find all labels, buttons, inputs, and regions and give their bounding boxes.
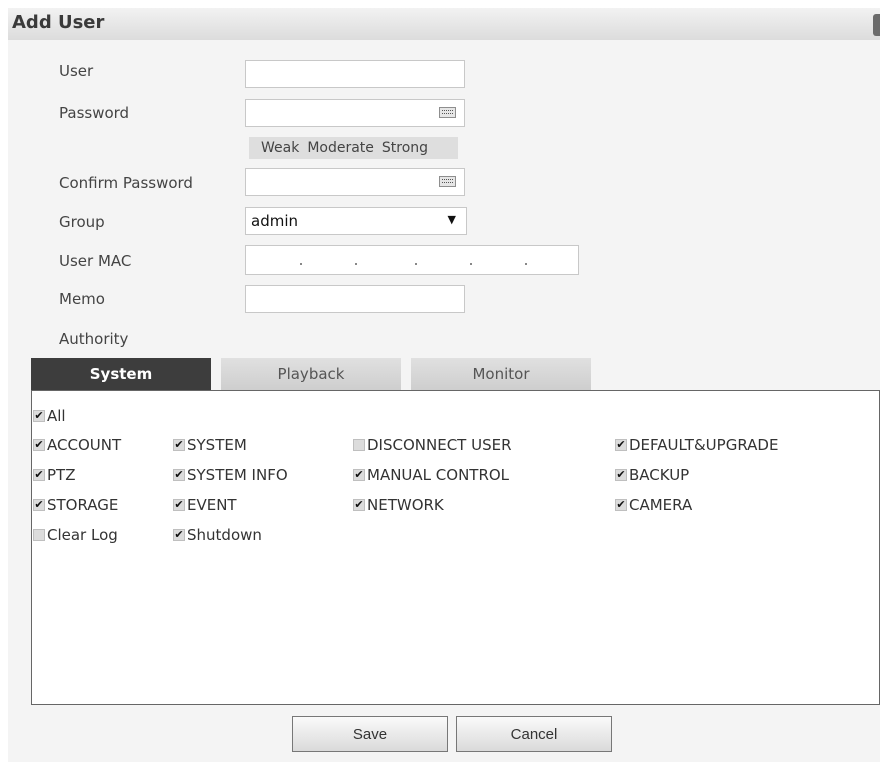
checkbox-account[interactable]: ✔ ACCOUNT xyxy=(33,436,121,454)
tab-monitor[interactable]: Monitor xyxy=(411,358,591,390)
strength-strong: Strong xyxy=(381,140,429,156)
checkbox-icon[interactable]: ✔ xyxy=(33,499,45,511)
strength-moderate: Moderate xyxy=(307,140,374,156)
checkbox-system[interactable]: ✔ SYSTEM xyxy=(173,436,247,454)
checkbox-icon[interactable]: ✔ xyxy=(173,529,185,541)
checkbox-label: SYSTEM xyxy=(187,436,247,454)
dialog-title: Add User xyxy=(12,12,105,33)
save-button[interactable]: Save xyxy=(292,716,448,752)
memo-label: Memo xyxy=(59,290,105,308)
strength-weak: Weak xyxy=(261,140,300,156)
tab-playback[interactable]: Playback xyxy=(221,358,401,390)
checkbox-all[interactable]: ✔ All xyxy=(33,407,66,425)
checkbox-icon[interactable] xyxy=(353,439,365,451)
checkbox-label: All xyxy=(47,407,66,425)
authority-label: Authority xyxy=(59,330,129,348)
user-label: User xyxy=(59,62,94,80)
password-label: Password xyxy=(59,104,130,122)
confirm-password-input[interactable] xyxy=(245,168,465,196)
checkbox-label: DEFAULT&UPGRADE xyxy=(629,436,779,454)
checkbox-system-info[interactable]: ✔ SYSTEM INFO xyxy=(173,466,288,484)
checkbox-label: SYSTEM INFO xyxy=(187,466,288,484)
checkbox-label: EVENT xyxy=(187,496,237,514)
checkbox-icon[interactable]: ✔ xyxy=(615,499,627,511)
checkbox-label: DISCONNECT USER xyxy=(367,436,512,454)
checkbox-icon[interactable]: ✔ xyxy=(33,469,45,481)
group-label: Group xyxy=(59,213,105,231)
memo-input[interactable] xyxy=(245,285,465,313)
checkbox-label: BACKUP xyxy=(629,466,690,484)
checkbox-icon[interactable]: ✔ xyxy=(173,499,185,511)
checkbox-event[interactable]: ✔ EVENT xyxy=(173,496,237,514)
checkbox-default-upgrade[interactable]: ✔ DEFAULT&UPGRADE xyxy=(615,436,778,454)
checkbox-label: PTZ xyxy=(47,466,76,484)
confirm-password-label: Confirm Password xyxy=(59,174,193,192)
title-bar: Add User xyxy=(8,8,880,40)
password-input[interactable] xyxy=(245,99,465,127)
checkbox-icon[interactable]: ✔ xyxy=(353,499,365,511)
user-mac-input[interactable] xyxy=(245,245,579,275)
checkbox-icon[interactable]: ✔ xyxy=(33,439,45,451)
checkbox-shutdown[interactable]: ✔ Shutdown xyxy=(173,526,262,544)
checkbox-icon[interactable]: ✔ xyxy=(615,469,627,481)
checkbox-label: CAMERA xyxy=(629,496,693,514)
checkbox-manual-control[interactable]: ✔ MANUAL CONTROL xyxy=(353,466,509,484)
user-mac-label: User MAC xyxy=(59,252,132,270)
checkbox-label: Shutdown xyxy=(187,526,262,544)
checkbox-icon[interactable]: ✔ xyxy=(615,439,627,451)
group-select[interactable]: admin ▼ xyxy=(245,207,467,235)
dropdown-arrow-icon: ▼ xyxy=(447,213,456,226)
cancel-button[interactable]: Cancel xyxy=(456,716,612,752)
checkbox-disconnect-user[interactable]: DISCONNECT USER xyxy=(353,436,512,454)
checkbox-camera[interactable]: ✔ CAMERA xyxy=(615,496,692,514)
checkbox-label: STORAGE xyxy=(47,496,119,514)
password-strength: Weak Moderate Strong xyxy=(249,137,458,159)
group-value: admin xyxy=(251,212,298,230)
close-icon[interactable] xyxy=(873,14,880,36)
checkbox-backup[interactable]: ✔ BACKUP xyxy=(615,466,689,484)
checkbox-label: NETWORK xyxy=(367,496,444,514)
checkbox-network[interactable]: ✔ NETWORK xyxy=(353,496,444,514)
checkbox-label: ACCOUNT xyxy=(47,436,122,454)
checkbox-storage[interactable]: ✔ STORAGE xyxy=(33,496,118,514)
keyboard-icon[interactable] xyxy=(439,176,456,187)
checkbox-label: Clear Log xyxy=(47,526,118,544)
checkbox-label: MANUAL CONTROL xyxy=(367,466,510,484)
checkbox-icon[interactable] xyxy=(33,529,45,541)
add-user-dialog: Add User User Password Weak Moderate Str… xyxy=(8,8,880,762)
checkbox-ptz[interactable]: ✔ PTZ xyxy=(33,466,75,484)
permissions-panel: ✔ All ✔ ACCOUNT ✔ SYSTEM DISCONNECT USER ✔ DEF… xyxy=(31,390,880,705)
checkbox-icon[interactable]: ✔ xyxy=(33,410,45,422)
keyboard-icon[interactable] xyxy=(439,107,456,118)
checkbox-clear-log[interactable]: Clear Log xyxy=(33,526,118,544)
tab-system[interactable]: System xyxy=(31,358,211,390)
checkbox-icon[interactable]: ✔ xyxy=(173,469,185,481)
checkbox-icon[interactable]: ✔ xyxy=(353,469,365,481)
checkbox-icon[interactable]: ✔ xyxy=(173,439,185,451)
user-input[interactable] xyxy=(245,60,465,88)
